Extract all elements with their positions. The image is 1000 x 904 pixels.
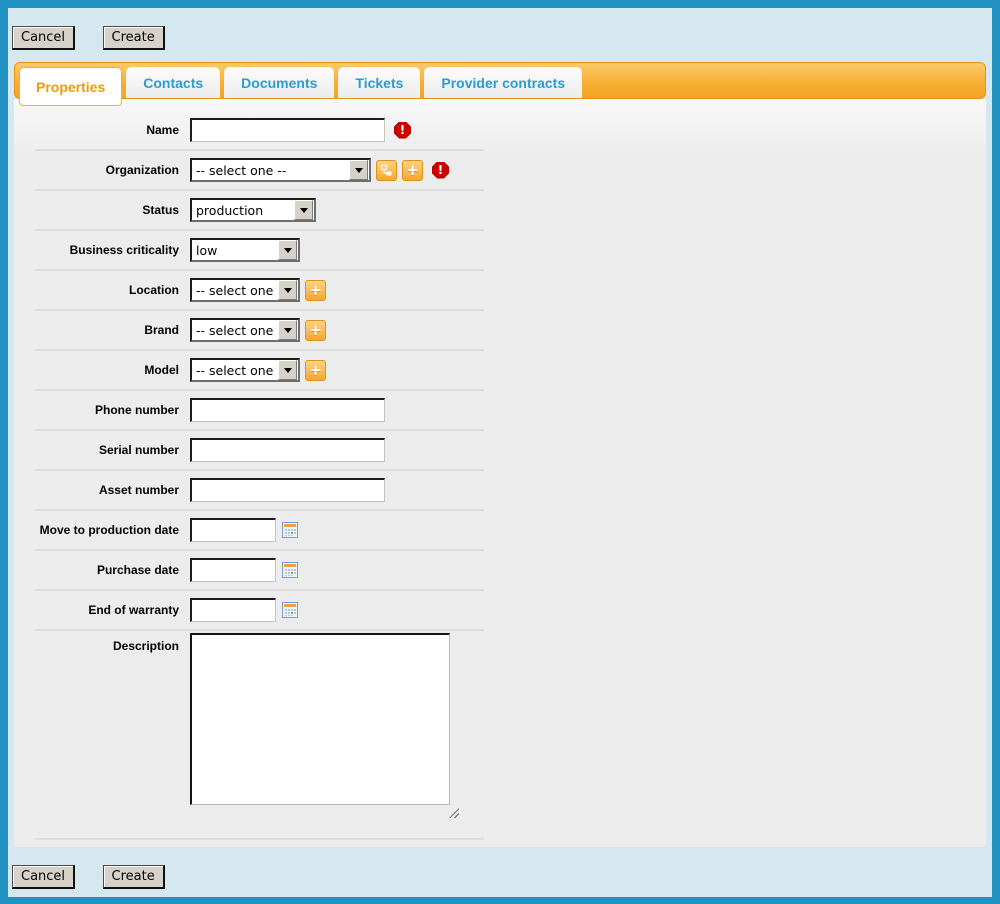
form-row-phone-number: Phone number [14, 391, 986, 429]
form-row-status: Statusproduction [14, 191, 986, 229]
move-to-production-date-input[interactable] [190, 518, 276, 542]
business-criticality-label: Business criticality [14, 243, 190, 257]
name-label: Name [14, 123, 190, 137]
asset-number-control [190, 478, 385, 502]
brand-select[interactable]: -- select one -- [190, 318, 300, 342]
move-to-production-date-label: Move to production date [14, 523, 190, 537]
create-object-page: Cancel Create PropertiesContactsDocument… [0, 0, 1000, 904]
description-control [190, 633, 450, 838]
form-row-asset-number: Asset number [14, 471, 986, 509]
calendar-icon[interactable] [282, 522, 298, 538]
status-select[interactable]: production [190, 198, 316, 222]
name-control: ! [190, 118, 411, 142]
brand-selected-value: -- select one -- [192, 323, 277, 338]
tab-properties[interactable]: Properties [19, 67, 122, 106]
move-to-production-date-control [190, 518, 298, 542]
top-toolbar: Cancel Create [8, 8, 992, 62]
form-row-location: Location-- select one -- + [14, 271, 986, 309]
properties-form: Name!Organization-- select one --+!Statu… [14, 99, 986, 840]
description-label: Description [14, 633, 190, 653]
hierarchy-icon[interactable] [376, 160, 397, 181]
row-separator [35, 838, 484, 840]
brand-label: Brand [14, 323, 190, 337]
purchase-date-input[interactable] [190, 558, 276, 582]
add-icon[interactable]: + [402, 160, 423, 181]
model-control: -- select one -- + [190, 358, 326, 382]
tab-documents[interactable]: Documents [224, 67, 334, 98]
end-of-warranty-control [190, 598, 298, 622]
brand-control: -- select one -- + [190, 318, 326, 342]
mandatory-icon: ! [394, 122, 411, 139]
organization-label: Organization [14, 163, 190, 177]
cancel-button[interactable]: Cancel [12, 26, 75, 50]
tab-bar: PropertiesContactsDocumentsTicketsProvid… [14, 62, 986, 99]
calendar-icon[interactable] [282, 562, 298, 578]
add-icon[interactable]: + [305, 280, 326, 301]
calendar-icon[interactable] [282, 602, 298, 618]
form-row-business-criticality: Business criticalitylow [14, 231, 986, 269]
location-label: Location [14, 283, 190, 297]
asset-number-label: Asset number [14, 483, 190, 497]
form-row-end-of-warranty: End of warranty [14, 591, 986, 629]
business-criticality-control: low [190, 238, 300, 262]
serial-number-label: Serial number [14, 443, 190, 457]
bottom-toolbar: Cancel Create [8, 847, 992, 897]
form-row-name: Name! [14, 111, 986, 149]
chevron-down-icon[interactable] [278, 360, 297, 380]
chevron-down-icon[interactable] [294, 200, 313, 220]
chevron-down-icon[interactable] [278, 280, 297, 300]
tab-contacts[interactable]: Contacts [126, 67, 220, 98]
location-selected-value: -- select one -- [192, 283, 277, 298]
asset-number-input[interactable] [190, 478, 385, 502]
form-row-description: Description [14, 631, 986, 838]
chevron-down-icon[interactable] [349, 160, 368, 180]
description-textarea[interactable] [190, 633, 450, 805]
end-of-warranty-label: End of warranty [14, 603, 190, 617]
organization-control: -- select one -- +! [190, 158, 449, 182]
chevron-down-icon[interactable] [278, 320, 297, 340]
purchase-date-control [190, 558, 298, 582]
form-row-purchase-date: Purchase date [14, 551, 986, 589]
tab-container: PropertiesContactsDocumentsTicketsProvid… [14, 62, 986, 99]
model-select[interactable]: -- select one -- [190, 358, 300, 382]
form-row-brand: Brand-- select one -- + [14, 311, 986, 349]
tab-provider-contracts[interactable]: Provider contracts [424, 67, 582, 98]
create-button[interactable]: Create [103, 865, 165, 889]
chevron-down-icon[interactable] [278, 240, 297, 260]
tab-tickets[interactable]: Tickets [338, 67, 420, 98]
resize-handle-icon[interactable] [449, 808, 459, 818]
organization-select[interactable]: -- select one -- [190, 158, 371, 182]
properties-panel: Name!Organization-- select one --+!Statu… [14, 99, 986, 847]
cancel-button[interactable]: Cancel [12, 865, 75, 889]
model-label: Model [14, 363, 190, 377]
status-label: Status [14, 203, 190, 217]
add-icon[interactable]: + [305, 360, 326, 381]
phone-number-label: Phone number [14, 403, 190, 417]
serial-number-input[interactable] [190, 438, 385, 462]
form-row-model: Model-- select one -- + [14, 351, 986, 389]
model-selected-value: -- select one -- [192, 363, 277, 378]
status-selected-value: production [192, 203, 293, 218]
form-row-move-to-production-date: Move to production date [14, 511, 986, 549]
mandatory-icon: ! [432, 162, 449, 179]
purchase-date-label: Purchase date [14, 563, 190, 577]
organization-selected-value: -- select one -- [192, 163, 348, 178]
location-select[interactable]: -- select one -- [190, 278, 300, 302]
business-criticality-select[interactable]: low [190, 238, 300, 262]
phone-number-input[interactable] [190, 398, 385, 422]
add-icon[interactable]: + [305, 320, 326, 341]
business-criticality-selected-value: low [192, 243, 277, 258]
phone-number-control [190, 398, 385, 422]
serial-number-control [190, 438, 385, 462]
form-row-serial-number: Serial number [14, 431, 986, 469]
name-input[interactable] [190, 118, 385, 142]
create-button[interactable]: Create [103, 26, 165, 50]
form-row-organization: Organization-- select one -- +! [14, 151, 986, 189]
location-control: -- select one -- + [190, 278, 326, 302]
status-control: production [190, 198, 316, 222]
end-of-warranty-input[interactable] [190, 598, 276, 622]
